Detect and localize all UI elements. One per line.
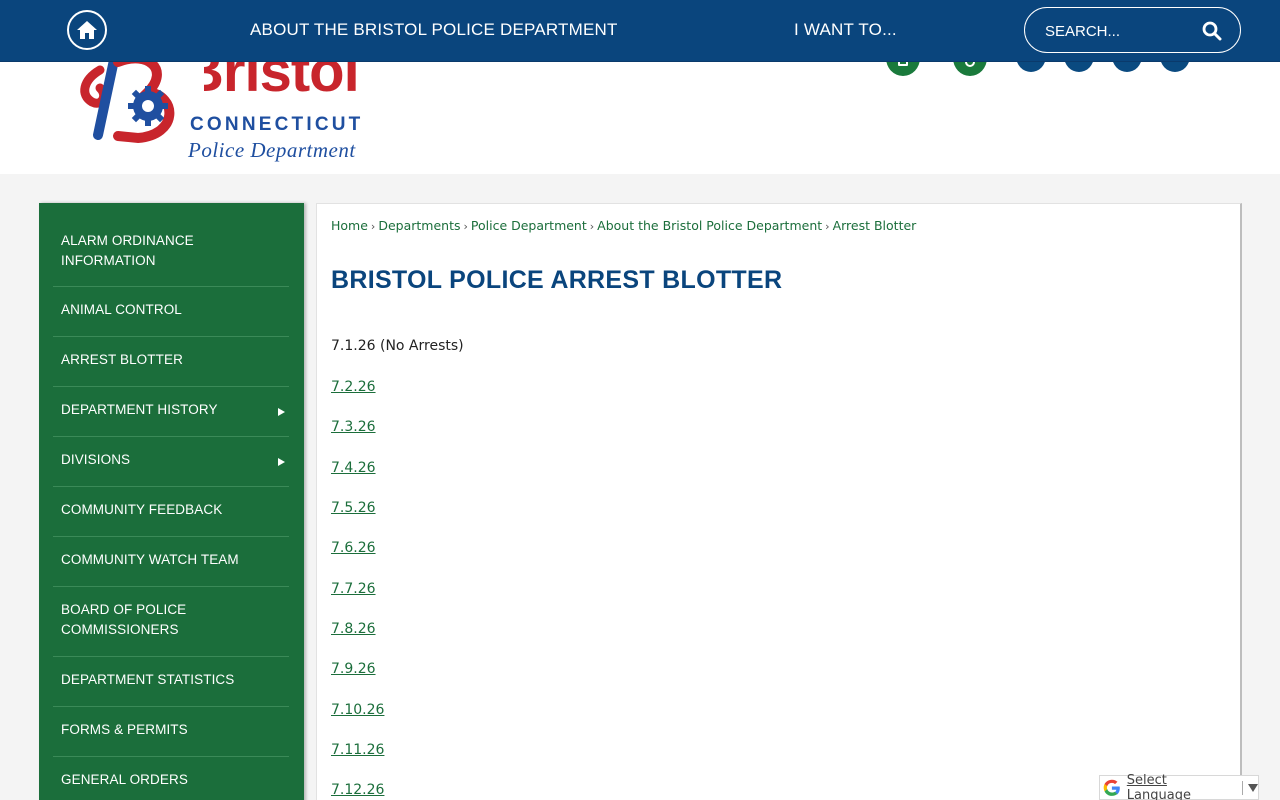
logo-subtitle: Police Department xyxy=(188,138,356,162)
sidebar-item-label: FORMS & PERMITS xyxy=(61,722,188,737)
sidebar-item-label: DIVISIONS xyxy=(61,452,131,467)
nav-about-bpd[interactable]: ABOUT THE BRISTOL POLICE DEPARTMENT xyxy=(250,20,618,40)
sidebar-item-community-watch-team[interactable]: COMMUNITY WATCH TEAM xyxy=(53,537,289,587)
sidebar-item-label: ALARM ORDINANCE INFORMATION xyxy=(61,233,194,268)
sidebar-item-label: COMMUNITY FEEDBACK xyxy=(61,502,223,517)
submenu-arrow-icon[interactable] xyxy=(278,407,285,416)
main-content: Home › Departments › Police Department › About… xyxy=(316,203,1242,800)
sidebar-item-label: GENERAL ORDERS xyxy=(61,772,188,787)
breadcrumb: Home › Departments › Police Department › About… xyxy=(331,218,917,233)
sidebar-item-label: COMMUNITY WATCH TEAM xyxy=(61,552,239,567)
blotter-link[interactable]: 7.7.26 xyxy=(331,581,376,597)
select-language-label[interactable]: Select Language xyxy=(1127,773,1234,800)
blotter-link[interactable]: 7.4.26 xyxy=(331,460,376,476)
sidebar-item-label: DEPARTMENT STATISTICS xyxy=(61,672,235,687)
sidebar-item-divisions[interactable]: DIVISIONS xyxy=(53,437,289,487)
blotter-link[interactable]: 7.9.26 xyxy=(331,661,376,677)
page-title: BRISTOL POLICE ARREST BLOTTER xyxy=(331,266,783,294)
dropdown-caret-icon[interactable] xyxy=(1247,783,1258,792)
search-box xyxy=(1024,7,1241,53)
sidebar-item-label: BOARD OF POLICE COMMISSIONERS xyxy=(61,602,187,637)
sidebar-item-department-statistics[interactable]: DEPARTMENT STATISTICS xyxy=(53,657,289,707)
sidebar-item-label: ARREST BLOTTER xyxy=(61,352,183,367)
sidebar-item-animal-control[interactable]: ANIMAL CONTROL xyxy=(53,287,289,337)
submenu-arrow-icon[interactable] xyxy=(278,457,285,466)
sidebar-item-arrest-blotter[interactable]: ARREST BLOTTER xyxy=(53,337,289,387)
sidebar-item-community-feedback[interactable]: COMMUNITY FEEDBACK xyxy=(53,487,289,537)
sidebar-item-department-history[interactable]: DEPARTMENT HISTORY xyxy=(53,387,289,437)
blotter-link[interactable]: 7.8.26 xyxy=(331,621,376,637)
blotter-link[interactable]: 7.11.26 xyxy=(331,742,384,758)
breadcrumb-about-bpd[interactable]: About the Bristol Police Department xyxy=(597,218,822,233)
sidebar-item-label: ANIMAL CONTROL xyxy=(61,302,182,317)
breadcrumb-police-department[interactable]: Police Department xyxy=(471,218,587,233)
blotter-link[interactable]: 7.12.26 xyxy=(331,782,384,798)
search-icon[interactable] xyxy=(1202,21,1222,41)
sidebar-item-forms-permits[interactable]: FORMS & PERMITS xyxy=(53,707,289,757)
breadcrumb-departments[interactable]: Departments xyxy=(378,218,460,233)
sidebar-item-label: DEPARTMENT HISTORY xyxy=(61,402,218,417)
breadcrumb-home[interactable]: Home xyxy=(331,218,368,233)
blotter-entry-no-arrests: 7.1.26 (No Arrests) xyxy=(331,338,464,354)
top-navigation: ABOUT THE BRISTOL POLICE DEPARTMENT I WA… xyxy=(0,0,1280,62)
blotter-link[interactable]: 7.2.26 xyxy=(331,379,376,395)
home-button[interactable] xyxy=(67,10,107,50)
breadcrumb-arrest-blotter[interactable]: Arrest Blotter xyxy=(833,218,917,233)
sidebar-item-alarm-ordinance[interactable]: ALARM ORDINANCE INFORMATION xyxy=(53,218,289,287)
home-icon xyxy=(77,21,97,39)
sidebar-item-general-orders[interactable]: GENERAL ORDERS xyxy=(53,757,289,800)
search-input[interactable] xyxy=(1045,20,1195,42)
translate-divider xyxy=(1242,780,1243,795)
blotter-link[interactable]: 7.3.26 xyxy=(331,419,376,435)
blotter-link[interactable]: 7.10.26 xyxy=(331,702,384,718)
sidebar-menu: ALARM ORDINANCE INFORMATION ANIMAL CONTR… xyxy=(39,203,304,800)
language-selector[interactable]: Select Language xyxy=(1099,773,1259,800)
blotter-link[interactable]: 7.6.26 xyxy=(331,540,376,556)
google-icon xyxy=(1103,779,1120,796)
nav-i-want-to[interactable]: I WANT TO... xyxy=(794,20,897,40)
logo-state: CONNECTICUT xyxy=(190,114,364,135)
blotter-link[interactable]: 7.5.26 xyxy=(331,500,376,516)
sidebar-item-board-of-commissioners[interactable]: BOARD OF POLICE COMMISSIONERS xyxy=(53,587,289,657)
